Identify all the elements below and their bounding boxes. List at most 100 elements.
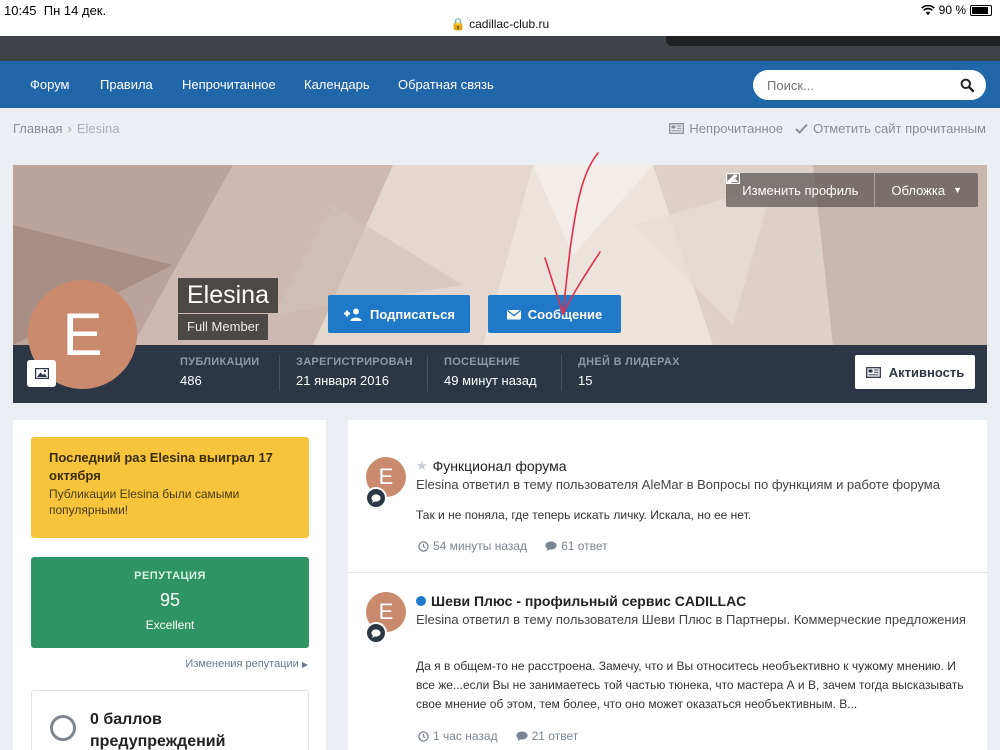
breadcrumb-chevron-icon: › (67, 121, 72, 136)
change-photo-button[interactable] (27, 360, 56, 387)
leader-title: Последний раз Elesina выиграл 17 октября (49, 450, 273, 483)
entry-replies-text: 21 ответ (531, 729, 579, 743)
cover-actions: Изменить профиль Обложка ▼ (726, 173, 978, 207)
status-date: Пн 14 дек. (43, 3, 107, 18)
mark-read-link[interactable]: Отметить сайт прочитанным (795, 121, 986, 136)
stat-label: ЗАРЕГИСТРИРОВАН (296, 356, 413, 368)
lock-icon: 🔒 (450, 17, 466, 31)
stat-registered: ЗАРЕГИСТРИРОВАН 21 января 2016 (296, 356, 413, 388)
edit-profile-button[interactable]: Изменить профиль (726, 173, 875, 207)
status-time-date: 10:45 Пн 14 дек. (4, 3, 106, 18)
nav-item-forum[interactable]: Форум (30, 77, 70, 92)
address-url: cadillac-club.ru (469, 17, 550, 31)
stat-value: 15 (578, 373, 593, 388)
nav-item-calendar[interactable]: Календарь (304, 77, 370, 92)
entry-title-text: Шеви Плюс - профильный сервис CADILLAC (431, 593, 747, 609)
activity-button[interactable]: Активность (855, 355, 975, 389)
stat-days-leader: ДНЕЙ В ЛИДЕРАХ 15 (578, 356, 680, 388)
caret-right-icon: ▶ (301, 660, 308, 669)
cover-menu-button[interactable]: Обложка ▼ (726, 173, 978, 207)
comment-badge-icon (365, 622, 387, 644)
status-bar: 10:45 Пн 14 дек. 🔒 cadillac-club.ru 90 % (0, 0, 1000, 36)
entry-replies: 61 ответ (545, 539, 608, 553)
stat-value: 21 января 2016 (296, 373, 389, 388)
warnings-card: 0 баллов предупреждений (31, 690, 309, 750)
banner-dark-box (666, 36, 1000, 46)
image-icon (34, 368, 49, 379)
mark-read-label: Отметить сайт прочитанным (813, 121, 986, 136)
entry-replies-text: 61 ответ (561, 539, 608, 553)
profile-stats-bar: ПУБЛИКАЦИИ 486 ЗАРЕГИСТРИРОВАН 21 января… (13, 345, 987, 403)
reputation-label: РЕПУТАЦИЯ (134, 570, 206, 582)
entry-excerpt: Так и не поняла, где теперь искать личку… (416, 508, 752, 522)
unread-dot-icon (416, 596, 426, 606)
unread-link[interactable]: Непрочитанное (669, 121, 783, 136)
reputation-history-label: Изменения репутации (185, 658, 299, 670)
battery-percent: 90 % (938, 3, 966, 17)
image-icon (726, 173, 741, 184)
comment-icon (516, 731, 528, 741)
comment-badge-icon (365, 487, 387, 509)
site-banner (0, 36, 1000, 61)
caret-down-icon: ▼ (953, 185, 962, 195)
entry-time-text: 54 минуты назад (433, 539, 528, 553)
star-icon: ★ (416, 458, 428, 473)
entry-title-text: Функционал форума (432, 458, 567, 474)
clock-icon (418, 540, 429, 552)
stat-divider (427, 355, 428, 391)
warnings-text: 0 баллов предупреждений (90, 711, 226, 750)
entry-title[interactable]: ★ Функционал форума (416, 458, 567, 474)
entry-time-text: 1 час назад (433, 729, 498, 743)
activity-feed: E ★ Функционал форума Elesina ответил в … (348, 420, 987, 750)
feed-divider (348, 572, 987, 573)
entry-meta: 54 минуты назад 61 ответ (418, 539, 608, 553)
entry-subtitle: Elesina ответил в тему пользователя AleM… (416, 477, 940, 492)
entry-replies: 21 ответ (516, 729, 579, 743)
breadcrumb: Главная › Elesina (13, 121, 119, 136)
add-user-icon (343, 308, 362, 321)
reputation-history-link[interactable]: Изменения репутации ▶ (185, 658, 308, 670)
message-button[interactable]: Сообщение (488, 295, 621, 333)
comment-icon (545, 541, 557, 551)
status-time: 10:45 (4, 3, 37, 18)
address-bar[interactable]: 🔒 cadillac-club.ru (0, 17, 1000, 31)
cover-menu-label: Обложка (891, 182, 946, 198)
nav-item-feedback[interactable]: Обратная связь (398, 77, 494, 92)
warning-ring-icon (50, 715, 76, 741)
check-icon (795, 123, 808, 134)
reputation-value: 95 (159, 590, 181, 610)
stat-last-visit: ПОСЕЩЕНИЕ 49 минут назад (444, 356, 537, 388)
stat-value: 486 (180, 373, 202, 388)
search-input[interactable] (753, 70, 943, 100)
entry-time[interactable]: 1 час назад (418, 729, 498, 743)
stat-posts: ПУБЛИКАЦИИ 486 (180, 356, 260, 388)
leader-badge-card: Последний раз Elesina выиграл 17 октября… (31, 437, 309, 538)
breadcrumb-home[interactable]: Главная (13, 121, 62, 136)
nav-item-rules[interactable]: Правила (100, 77, 153, 92)
edit-profile-label: Изменить профиль (742, 182, 859, 198)
unread-link-label: Непрочитанное (689, 121, 784, 136)
follow-button-label: Подписаться (369, 306, 455, 322)
battery-icon (970, 4, 992, 16)
envelope-icon (506, 309, 521, 319)
entry-meta: 1 час назад 21 ответ (418, 729, 578, 743)
follow-button[interactable]: Подписаться (328, 295, 470, 333)
search-icon[interactable] (960, 78, 974, 92)
newspaper-icon (669, 123, 685, 134)
newspaper-icon (865, 366, 881, 378)
wifi-icon (920, 4, 935, 15)
nav-item-unread[interactable]: Непрочитанное (182, 77, 276, 92)
stat-label: ПОСЕЩЕНИЕ (444, 356, 521, 368)
clock-icon (418, 730, 429, 742)
entry-time[interactable]: 54 минуты назад (418, 539, 527, 553)
profile-name: Elesina (178, 278, 278, 313)
entry-title[interactable]: Шеви Плюс - профильный сервис CADILLAC (416, 593, 746, 609)
stat-divider (279, 355, 280, 391)
reputation-card: РЕПУТАЦИЯ 95 Excellent (31, 557, 309, 648)
status-indicators: 90 % (920, 3, 992, 17)
stat-label: ПУБЛИКАЦИИ (180, 356, 260, 368)
profile-sidebar: Последний раз Elesina выиграл 17 октября… (13, 420, 326, 750)
search-box (753, 70, 986, 100)
entry-excerpt: Да я в общем-то не расстроена. Замечу, ч… (416, 659, 964, 712)
breadcrumb-current: Elesina (76, 121, 120, 136)
